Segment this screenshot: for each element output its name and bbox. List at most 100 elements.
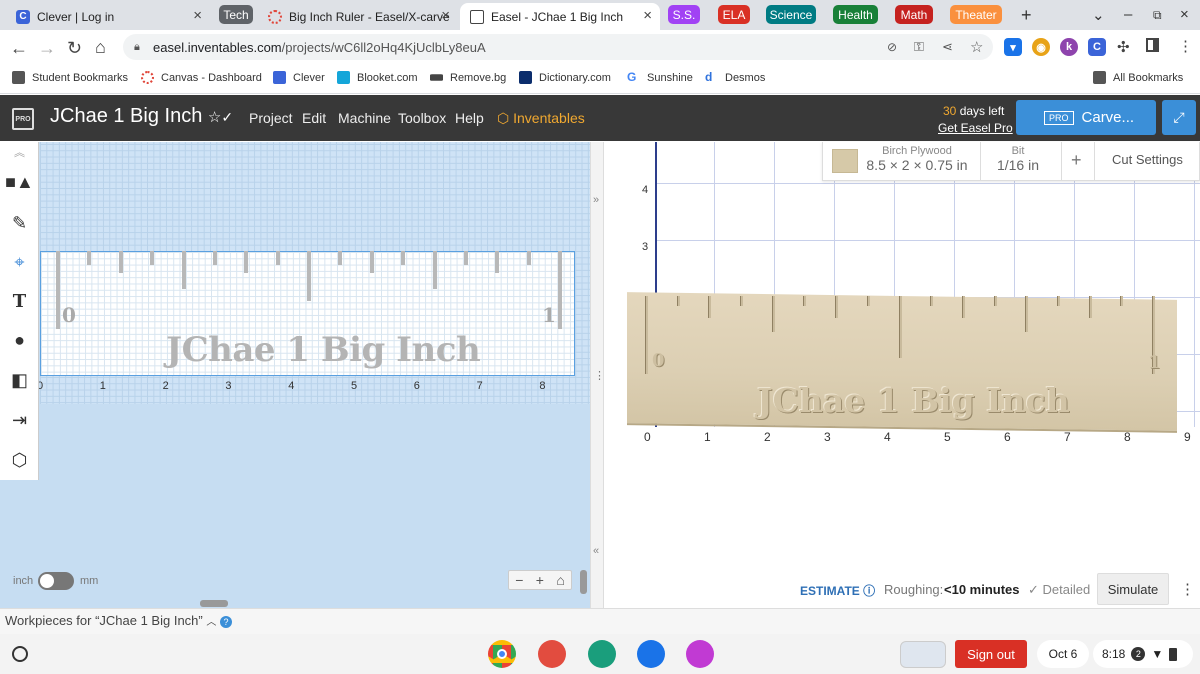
bookmark-removebg[interactable]: Remove.bg	[430, 71, 506, 84]
material-swatch[interactable]	[832, 149, 858, 173]
3d-box-icon[interactable]: ⬡	[0, 441, 39, 479]
pen-tool-icon[interactable]: ✎	[0, 204, 39, 242]
more-options-icon[interactable]: ⋮	[1180, 580, 1195, 598]
forward-icon[interactable]: →	[38, 38, 56, 59]
shapes-icon[interactable]: ■▲	[0, 163, 39, 201]
tab-big-inch-ruler[interactable]: Big Inch Ruler - Easel/X-carve ×	[258, 3, 458, 30]
notes-app-icon[interactable]	[686, 640, 714, 668]
add-bit-icon[interactable]: +	[1071, 150, 1082, 171]
horizontal-scrollbar[interactable]	[200, 600, 228, 607]
text-tool-icon[interactable]: T	[0, 282, 39, 320]
share-icon[interactable]: ⋖	[942, 39, 953, 55]
sign-out-button[interactable]: Sign out	[955, 640, 1027, 668]
tab-group-theater[interactable]: Theater	[950, 5, 1002, 24]
apps-icon[interactable]: ●	[0, 321, 39, 359]
bookmark-canvas[interactable]: Canvas - Dashboard	[141, 71, 262, 84]
ruler-engraving-2d[interactable]: JChae 1 Big Inch	[166, 330, 481, 370]
extensions-puzzle-icon[interactable]: ✣	[1117, 38, 1130, 56]
material-selector[interactable]: Birch Plywood 8.5 × 2 × 0.75 in	[862, 145, 972, 173]
classroom-app-icon[interactable]	[588, 640, 616, 668]
window-close-icon[interactable]: ×	[1180, 6, 1189, 23]
side-panel-icon[interactable]	[1146, 38, 1159, 52]
get-pro-link[interactable]: Get Easel Pro	[938, 121, 1013, 135]
tab-search-icon[interactable]: ⌄	[1092, 6, 1105, 24]
trash-extension-icon[interactable]: ▾	[1004, 38, 1022, 56]
date-tray[interactable]: Oct 6	[1037, 640, 1089, 668]
status-tray[interactable]: 8:18 2 ▼	[1093, 640, 1193, 668]
bookmark-sunshine[interactable]: G Sunshine	[627, 71, 693, 84]
axis-x-tick: 0	[644, 430, 651, 444]
menu-edit[interactable]: Edit	[302, 110, 326, 126]
home-icon[interactable]: ⌂	[95, 37, 106, 58]
expand-left-icon[interactable]: «	[593, 545, 599, 557]
bookmark-star-icon[interactable]: ☆	[970, 38, 983, 56]
tab-group-math[interactable]: Math	[895, 5, 933, 24]
parts-library-icon[interactable]: ◧	[0, 361, 39, 399]
check-icon: ✓	[1028, 582, 1039, 597]
info-icon[interactable]: ⓘ	[863, 584, 875, 598]
bit-selector[interactable]: Bit 1/16 in	[986, 145, 1050, 173]
clever-extension-icon[interactable]: C	[1088, 38, 1106, 56]
kami-extension-icon[interactable]: k	[1060, 38, 1078, 56]
help-icon[interactable]: ?	[219, 616, 232, 628]
camera-app-icon[interactable]	[637, 640, 665, 668]
expand-right-icon[interactable]: »	[593, 194, 599, 206]
tab-group-science[interactable]: Science	[766, 5, 816, 24]
chrome-icon[interactable]	[488, 640, 516, 668]
holding-space-thumbnail[interactable]	[900, 641, 946, 668]
easel-pro-logo-icon[interactable]: PRO	[12, 108, 34, 130]
vertical-scrollbar[interactable]	[580, 570, 587, 594]
more-menu-icon[interactable]: ⋮	[1178, 37, 1193, 55]
menu-help[interactable]: Help	[455, 110, 484, 126]
restore-icon[interactable]: ⧉	[1153, 8, 1162, 23]
bookmark-clever[interactable]: Clever	[273, 71, 325, 84]
inventables-link[interactable]: ⬡ Inventables	[497, 110, 585, 127]
key-icon[interactable]: ⚿	[914, 39, 924, 55]
carve-button[interactable]: PRO Carve...	[1016, 100, 1156, 135]
zoom-in-icon[interactable]: +	[536, 572, 544, 588]
tab-group-ss[interactable]: S.S.	[668, 5, 700, 24]
tab-group-health[interactable]: Health	[833, 5, 878, 24]
close-icon[interactable]: ×	[441, 7, 450, 24]
import-icon[interactable]: ⇥	[0, 401, 39, 439]
site-settings-icon[interactable]: ⊘	[887, 40, 897, 54]
cut-settings-button[interactable]: Cut Settings	[1112, 152, 1183, 167]
zoom-out-icon[interactable]: −	[515, 572, 523, 588]
launcher-icon[interactable]	[12, 646, 28, 662]
palette-app-icon[interactable]	[538, 640, 566, 668]
unit-toggle[interactable]	[38, 572, 74, 590]
collapse-up-icon[interactable]: ︽	[0, 142, 39, 162]
tab-easel[interactable]: Easel - JChae 1 Big Inch ×	[460, 3, 660, 30]
bookmark-student-bookmarks[interactable]: Student Bookmarks	[12, 71, 128, 84]
menu-toolbox[interactable]: Toolbox	[398, 110, 446, 126]
close-icon[interactable]: ×	[643, 7, 652, 24]
detailed-option[interactable]: ✓ Detailed	[1028, 582, 1090, 598]
extension-icon[interactable]: ◉	[1032, 38, 1050, 56]
close-icon[interactable]: ×	[193, 7, 202, 24]
reload-icon[interactable]: ↻	[67, 38, 82, 59]
simulate-button[interactable]: Simulate	[1097, 573, 1169, 605]
new-tab-icon[interactable]: +	[1021, 5, 1032, 26]
bookmark-desmos[interactable]: d Desmos	[705, 71, 765, 84]
fullscreen-icon[interactable]: ⤢	[1162, 100, 1196, 135]
ruler-tick-3d	[771, 296, 775, 332]
roughing-label: Roughing:	[884, 582, 944, 597]
url-text[interactable]: easel.inventables.com/projects/wC6ll2oHq…	[153, 40, 486, 55]
crosshair-icon[interactable]: ⌖	[0, 243, 39, 281]
bookmark-blooket[interactable]: Blooket.com	[337, 71, 418, 84]
minimize-icon[interactable]: –	[1124, 6, 1132, 23]
zoom-fit-icon[interactable]: ⌂	[556, 572, 564, 588]
back-icon[interactable]: ←	[10, 38, 28, 59]
workpieces-toggle[interactable]: Workpieces for “JChae 1 Big Inch” ︿ ?	[5, 613, 232, 628]
tab-clever[interactable]: C Clever | Log in ×	[6, 3, 210, 30]
tab-group-ela[interactable]: ELA	[718, 5, 750, 24]
all-bookmarks[interactable]: All Bookmarks	[1093, 71, 1183, 84]
menu-project[interactable]: Project	[249, 110, 293, 126]
estimate-label[interactable]: ESTIMATE ⓘ	[800, 582, 875, 599]
lock-icon[interactable]: 🔒︎	[134, 41, 140, 54]
bookmark-dictionary[interactable]: Dictionary.com	[519, 71, 611, 84]
tab-group-tech[interactable]: Tech	[219, 5, 253, 24]
star-icon[interactable]: ☆	[208, 109, 221, 126]
project-title[interactable]: JChae 1 Big Inch ☆✓	[50, 105, 233, 128]
menu-machine[interactable]: Machine	[338, 110, 391, 126]
